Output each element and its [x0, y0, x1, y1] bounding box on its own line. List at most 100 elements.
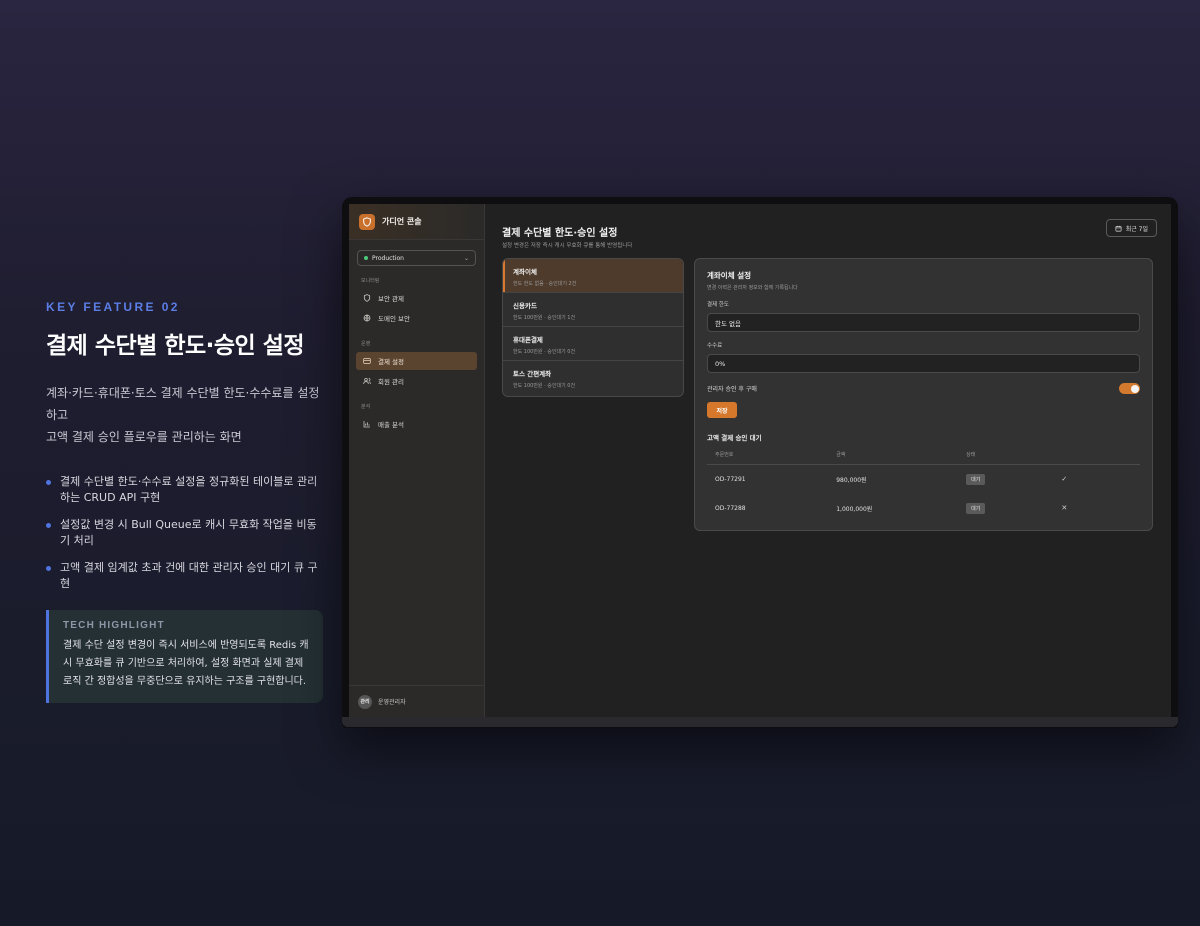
feature-bullets: 결제 수단별 한도·수수료 설정을 정규화된 테이블로 관리하는 CRUD AP… [46, 474, 326, 592]
reject-x-icon[interactable]: ✕ [1061, 504, 1067, 512]
column-header: 금액 [828, 451, 959, 465]
table-row: OD-77288 1,000,000원 대기 ✕ [707, 494, 1140, 523]
payment-method-list: 계좌이체 한도 한도 없음 · 승인대기 2건 신용카드 한도 100만원 · … [502, 258, 684, 397]
chevron-down-icon: ⌄ [463, 254, 469, 262]
feature-description: 계좌·카드·휴대폰·토스 결제 수단별 한도·수수료를 설정하고 고액 결제 승… [46, 382, 326, 448]
payment-method-item[interactable]: 신용카드 한도 100만원 · 승인대기 1건 [503, 293, 683, 327]
laptop-frame: 가디언 콘솔 Production ⌄ 모니터링 보안 관제 도메인 보안 운영… [342, 197, 1178, 728]
bar-chart-icon [362, 419, 372, 429]
date-range-button[interactable]: 최근 7일 [1105, 219, 1157, 237]
main-content: 결제 수단별 한도·승인 설정 설정 변경은 저장 즉시 캐시 무효화 큐를 통… [485, 204, 1171, 717]
page-subtitle: 설정 변경은 저장 즉시 캐시 무효화 큐를 통해 반영됩니다 [502, 243, 633, 249]
feature-bullet: 결제 수단별 한도·수수료 설정을 정규화된 테이블로 관리하는 CRUD AP… [46, 474, 326, 506]
approval-toggle[interactable] [1119, 383, 1140, 394]
shield-logo-icon [359, 213, 375, 230]
fee-input[interactable]: 0% [707, 354, 1140, 373]
laptop-base [342, 717, 1178, 727]
payment-method-name: 토스 간편계좌 [513, 370, 552, 378]
sidebar-item-sales-analytics[interactable]: 매출 분석 [356, 415, 477, 433]
tech-highlight-label: TECH HIGHLIGHT [63, 620, 165, 631]
feature-title: 결제 수단별 한도·승인 설정 [46, 333, 305, 359]
calendar-icon [1115, 225, 1122, 231]
limit-value: 한도 없음 [715, 319, 741, 328]
save-button[interactable]: 저장 [707, 402, 737, 418]
payment-method-item[interactable]: 토스 간편계좌 한도 100만원 · 승인대기 0건 [503, 361, 683, 396]
status-badge: 대기 [966, 502, 986, 514]
feature-bullet-text: 결제 수단별 한도·수수료 설정을 정규화된 테이블로 관리하는 CRUD AP… [60, 475, 318, 504]
sidebar-item-label: 회원 관리 [378, 378, 404, 386]
settings-panel: 계좌이체 설정 변경 이력은 관리자 정보와 함께 기록됩니다 결제 한도 한도… [694, 258, 1153, 531]
order-action: ✓ [1053, 465, 1140, 494]
brand-header: 가디언 콘솔 [349, 204, 484, 240]
sidebar-item-domain-security[interactable]: 도메인 보안 [356, 309, 477, 327]
order-status: 대기 [958, 494, 1053, 523]
shield-icon [362, 293, 372, 303]
table-header-row: 주문번호 금액 상태 [707, 451, 1140, 465]
table-row: OD-77291 980,000원 대기 ✓ [707, 465, 1140, 494]
date-range-label: 최근 7일 [1125, 225, 1148, 233]
payment-method-meta: 한도 한도 없음 · 승인대기 2건 [513, 281, 577, 287]
payment-method-item[interactable]: 계좌이체 한도 한도 없음 · 승인대기 2건 [503, 259, 683, 293]
sidebar-item-label: 매출 분석 [378, 421, 404, 429]
users-icon [362, 376, 372, 386]
fee-value: 0% [715, 359, 726, 368]
order-amount: 980,000원 [836, 476, 867, 484]
tech-highlight-box: TECH HIGHLIGHT 결제 수단 설정 변경이 즉시 서비스에 반영되도… [46, 610, 323, 703]
payment-method-item[interactable]: 휴대폰결제 한도 100만원 · 승인대기 0건 [503, 327, 683, 361]
sidebar-item-label: 보안 관제 [378, 295, 404, 303]
approval-queue-title: 고액 결제 승인 대기 [707, 434, 762, 442]
payment-method-meta: 한도 100만원 · 승인대기 1건 [513, 315, 576, 321]
feature-promo: KEY FEATURE 02 결제 수단별 한도·승인 설정 계좌·카드·휴대폰… [46, 300, 326, 703]
limit-label: 결제 한도 [707, 302, 729, 308]
feature-description-line: 계좌·카드·휴대폰·토스 결제 수단별 한도·수수료를 설정하고 [46, 386, 320, 422]
brand-name: 가디언 콘솔 [382, 217, 422, 226]
feature-bullet: 고액 결제 임계값 초과 건에 대한 관리자 승인 대기 큐 구현 [46, 560, 326, 592]
payment-method-meta: 한도 100만원 · 승인대기 0건 [513, 383, 576, 389]
fee-label: 수수료 [707, 343, 723, 349]
nav-section-operations: 운영 [361, 341, 371, 347]
order-status: 대기 [958, 465, 1053, 494]
sidebar-item-payment-settings[interactable]: 결제 설정 [356, 352, 477, 370]
bullet-dot-icon [46, 523, 51, 528]
credit-card-icon [362, 356, 372, 366]
order-number: OD-77288 [715, 504, 746, 512]
sidebar-item-label: 결제 설정 [378, 358, 404, 366]
approval-label: 관리자 승인 후 구매 [707, 386, 757, 393]
page-title: 결제 수단별 한도·승인 설정 [502, 228, 618, 239]
approve-check-icon[interactable]: ✓ [1061, 475, 1067, 483]
avatar: 관리 [358, 694, 372, 709]
feature-eyebrow: KEY FEATURE 02 [46, 300, 180, 314]
globe-icon [362, 313, 372, 323]
status-badge: 대기 [966, 473, 986, 485]
order-action: ✕ [1053, 494, 1140, 523]
payment-method-meta: 한도 100만원 · 승인대기 0건 [513, 349, 576, 355]
nav-section-analytics: 분석 [361, 404, 371, 410]
user-name: 운영관리자 [378, 699, 406, 706]
payment-method-name: 휴대폰결제 [513, 336, 543, 344]
feature-description-line: 고액 결제 승인 플로우를 관리하는 화면 [46, 430, 242, 444]
approval-queue-table: 주문번호 금액 상태 OD-77291 980,000원 대기 ✓ OD-772… [707, 451, 1140, 523]
sidebar-item-member-management[interactable]: 회원 관리 [356, 372, 477, 390]
bullet-dot-icon [46, 566, 51, 571]
column-header: 상태 [958, 451, 1054, 465]
column-header: 주문번호 [707, 451, 829, 465]
sidebar-item-label: 도메인 보안 [378, 315, 410, 323]
nav-section-monitoring: 모니터링 [361, 278, 380, 284]
sidebar: 가디언 콘솔 Production ⌄ 모니터링 보안 관제 도메인 보안 운영… [349, 204, 485, 717]
payment-method-name: 신용카드 [513, 302, 537, 310]
bullet-dot-icon [46, 480, 51, 485]
payment-method-name: 계좌이체 [513, 268, 537, 276]
environment-select[interactable]: Production ⌄ [357, 250, 476, 266]
app-screen: 가디언 콘솔 Production ⌄ 모니터링 보안 관제 도메인 보안 운영… [349, 204, 1171, 717]
order-number: OD-77291 [715, 475, 746, 483]
order-amount: 1,000,000원 [836, 505, 873, 513]
environment-value: Production [372, 254, 404, 262]
sidebar-user[interactable]: 관리 운영관리자 [349, 685, 484, 717]
status-dot-icon [364, 256, 368, 260]
panel-title: 계좌이체 설정 [707, 271, 752, 280]
sidebar-item-security-control[interactable]: 보안 관제 [356, 289, 477, 307]
feature-bullet-text: 고액 결제 임계값 초과 건에 대한 관리자 승인 대기 큐 구현 [60, 561, 318, 590]
approval-toggle-row: 관리자 승인 후 구매 [707, 383, 1140, 394]
limit-input[interactable]: 한도 없음 [707, 313, 1140, 332]
panel-subtitle: 변경 이력은 관리자 정보와 함께 기록됩니다 [707, 285, 798, 291]
